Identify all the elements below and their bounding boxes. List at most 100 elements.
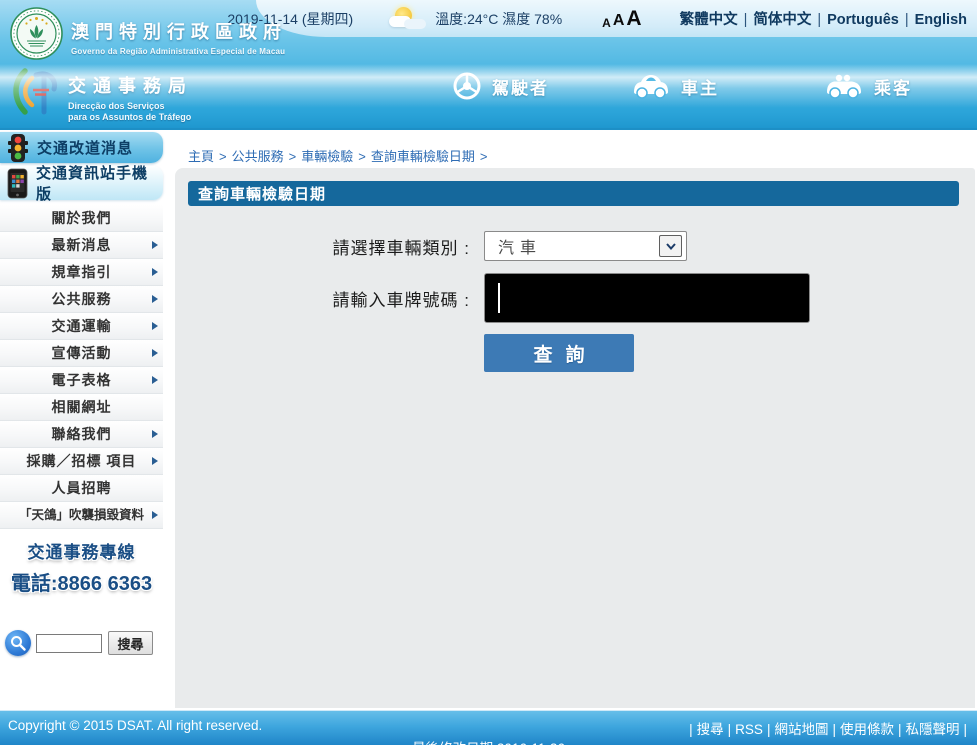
breadcrumb-vehicle-inspection[interactable]: 車輛檢驗 bbox=[301, 149, 353, 164]
breadcrumb-separator: > bbox=[358, 149, 366, 164]
language-switcher: 繁體中文 | 简体中文 | Português | English bbox=[680, 8, 967, 29]
hotline-title: 交通事務專線 bbox=[0, 538, 163, 563]
sidebar-item-regulations-guidelines[interactable]: 規章指引 bbox=[0, 259, 163, 286]
last-modified-date: 最後修改日期:2016-11-26 bbox=[412, 737, 565, 745]
footer-separator: | bbox=[689, 722, 693, 737]
macau-emblem-icon bbox=[10, 7, 63, 60]
sidebar-item-label: 交通改道消息 bbox=[37, 137, 133, 158]
sidebar: 交通改道消息 交通資訊站手機版 關於我們 最新消息 規章 bbox=[0, 130, 163, 710]
hotline-phone: 電話:8866 6363 bbox=[0, 567, 163, 596]
sidebar-item-traffic-diversion-news[interactable]: 交通改道消息 bbox=[0, 132, 163, 163]
sidebar-item-public-services[interactable]: 公共服務 bbox=[0, 286, 163, 313]
footer-separator: | bbox=[898, 722, 902, 737]
hotline: 交通事務專線 電話:8866 6363 bbox=[0, 538, 163, 596]
footer-separator: | bbox=[728, 722, 732, 737]
site-header: 2019-11-14 (星期四) 溫度:24°C 濕度 78% A A A 繁體… bbox=[0, 0, 977, 130]
search-button[interactable]: 搜尋 bbox=[108, 631, 153, 655]
font-size-small-button[interactable]: A bbox=[602, 17, 611, 29]
query-submit-button[interactable]: 查詢 bbox=[484, 334, 634, 372]
submenu-arrow-icon bbox=[152, 376, 158, 384]
search-input[interactable] bbox=[36, 634, 102, 653]
sidebar-menu: 關於我們 最新消息 規章指引 公共服務 交通運輸 宣傳活動 電子表格 相關網址 … bbox=[0, 205, 163, 529]
footer-link-privacy[interactable]: 私隱聲明 bbox=[905, 722, 959, 737]
nav-passenger[interactable]: 乘客 bbox=[824, 72, 912, 100]
sidebar-item-related-links[interactable]: 相關網址 bbox=[0, 394, 163, 421]
submenu-arrow-icon bbox=[152, 511, 158, 519]
car-icon bbox=[631, 72, 671, 100]
footer-link-sitemap[interactable]: 網站地圖 bbox=[774, 722, 828, 737]
footer-link-rss[interactable]: RSS bbox=[735, 722, 763, 737]
breadcrumb-separator: > bbox=[480, 149, 488, 164]
footer-link-terms[interactable]: 使用條款 bbox=[840, 722, 894, 737]
submenu-arrow-icon bbox=[152, 241, 158, 249]
sidebar-item-about-us[interactable]: 關於我們 bbox=[0, 205, 163, 232]
steering-wheel-icon bbox=[452, 71, 482, 101]
breadcrumb-home[interactable]: 主頁 bbox=[188, 149, 214, 164]
breadcrumb: 主頁 > 公共服務 > 車輛檢驗 > 查詢車輛檢驗日期 > bbox=[188, 146, 492, 165]
search-icon bbox=[5, 630, 31, 656]
macau-government-logo[interactable]: 澳門特別行政區政府 Governo da Região Administrati… bbox=[10, 7, 287, 60]
passenger-car-icon bbox=[824, 72, 864, 100]
sidebar-item-electronic-forms[interactable]: 電子表格 bbox=[0, 367, 163, 394]
sidebar-item-promotional-activities[interactable]: 宣傳活動 bbox=[0, 340, 163, 367]
sidebar-item-label: 交通資訊站手機版 bbox=[36, 162, 163, 204]
sidebar-item-transportation[interactable]: 交通運輸 bbox=[0, 313, 163, 340]
lang-traditional-chinese[interactable]: 繁體中文 bbox=[680, 12, 738, 28]
sidebar-item-latest-news[interactable]: 最新消息 bbox=[0, 232, 163, 259]
site-footer: Copyright © 2015 DSAT. All right reserve… bbox=[0, 710, 977, 745]
plate-number-input[interactable] bbox=[484, 273, 810, 323]
lang-separator: | bbox=[744, 12, 748, 28]
top-utility-bar: 2019-11-14 (星期四) 溫度:24°C 濕度 78% A A A 繁體… bbox=[256, 0, 977, 37]
smartphone-icon bbox=[6, 168, 29, 199]
page: 2019-11-14 (星期四) 溫度:24°C 濕度 78% A A A 繁體… bbox=[0, 0, 977, 745]
text-caret bbox=[498, 283, 500, 313]
sidebar-item-contact-us[interactable]: 聯絡我們 bbox=[0, 421, 163, 448]
font-size-medium-button[interactable]: A bbox=[613, 13, 625, 29]
gov-title-pt: Governo da Região Administrativa Especia… bbox=[71, 47, 287, 56]
submenu-arrow-icon bbox=[152, 457, 158, 465]
lang-simplified-chinese[interactable]: 简体中文 bbox=[753, 12, 811, 28]
content-panel: 查詢車輛檢驗日期 請選擇車輛類別 : 汽車 請輸入車牌號碼 : bbox=[175, 168, 975, 708]
submenu-arrow-icon bbox=[152, 295, 158, 303]
copyright-text: Copyright © 2015 DSAT. All right reserve… bbox=[8, 718, 262, 733]
lang-separator: | bbox=[817, 12, 821, 28]
footer-separator: | bbox=[832, 722, 836, 737]
sun-cloud-icon bbox=[389, 7, 427, 31]
lang-english[interactable]: English bbox=[915, 12, 967, 28]
submenu-arrow-icon bbox=[152, 268, 158, 276]
footer-separator: | bbox=[767, 722, 771, 737]
sidebar-item-typhoon-hato-damage-info[interactable]: 「天鴿」吹襲損毀資料 bbox=[0, 502, 163, 529]
inspection-query-form: 請選擇車輛類別 : 汽車 請輸入車牌號碼 : bbox=[188, 231, 975, 372]
breadcrumb-separator: > bbox=[289, 149, 297, 164]
weather-widget: 溫度:24°C 濕度 78% bbox=[389, 7, 562, 31]
footer-separator: | bbox=[963, 722, 967, 737]
font-size-large-button[interactable]: A bbox=[626, 8, 641, 29]
font-size-controls: A A A bbox=[602, 8, 641, 29]
footer-link-search[interactable]: 搜尋 bbox=[697, 722, 724, 737]
page-title: 查詢車輛檢驗日期 bbox=[188, 181, 959, 206]
traffic-light-icon bbox=[6, 133, 30, 163]
audience-nav: 駕駛者 車主 bbox=[0, 64, 977, 108]
nav-driver[interactable]: 駕駛者 bbox=[452, 71, 549, 101]
chevron-down-icon[interactable] bbox=[659, 235, 682, 257]
sidebar-search: 搜尋 bbox=[5, 630, 163, 656]
vehicle-type-selected-value: 汽車 bbox=[498, 234, 542, 258]
temperature-humidity: 溫度:24°C 濕度 78% bbox=[435, 9, 562, 29]
sidebar-item-mobile-traffic-info[interactable]: 交通資訊站手機版 bbox=[0, 166, 163, 200]
lang-portuguese[interactable]: Português bbox=[827, 12, 899, 28]
gov-title-zh: 澳門特別行政區政府 bbox=[71, 18, 287, 44]
breadcrumb-separator: > bbox=[219, 149, 227, 164]
lang-separator: | bbox=[905, 12, 909, 28]
breadcrumb-query-inspection-date[interactable]: 查詢車輛檢驗日期 bbox=[371, 149, 475, 164]
vehicle-type-label: 請選擇車輛類別 : bbox=[188, 234, 484, 259]
sidebar-item-recruitment[interactable]: 人員招聘 bbox=[0, 475, 163, 502]
submenu-arrow-icon bbox=[152, 349, 158, 357]
vehicle-type-select[interactable]: 汽車 bbox=[484, 231, 687, 261]
submenu-arrow-icon bbox=[152, 430, 158, 438]
sidebar-item-procurement-tender[interactable]: 採購／招標 項目 bbox=[0, 448, 163, 475]
plate-number-label: 請輸入車牌號碼 : bbox=[188, 286, 484, 311]
footer-links: |搜尋|RSS|網站地圖|使用條款|私隱聲明| bbox=[685, 718, 971, 738]
submenu-arrow-icon bbox=[152, 322, 158, 330]
breadcrumb-public-services[interactable]: 公共服務 bbox=[232, 149, 284, 164]
nav-car-owner[interactable]: 車主 bbox=[631, 72, 719, 100]
